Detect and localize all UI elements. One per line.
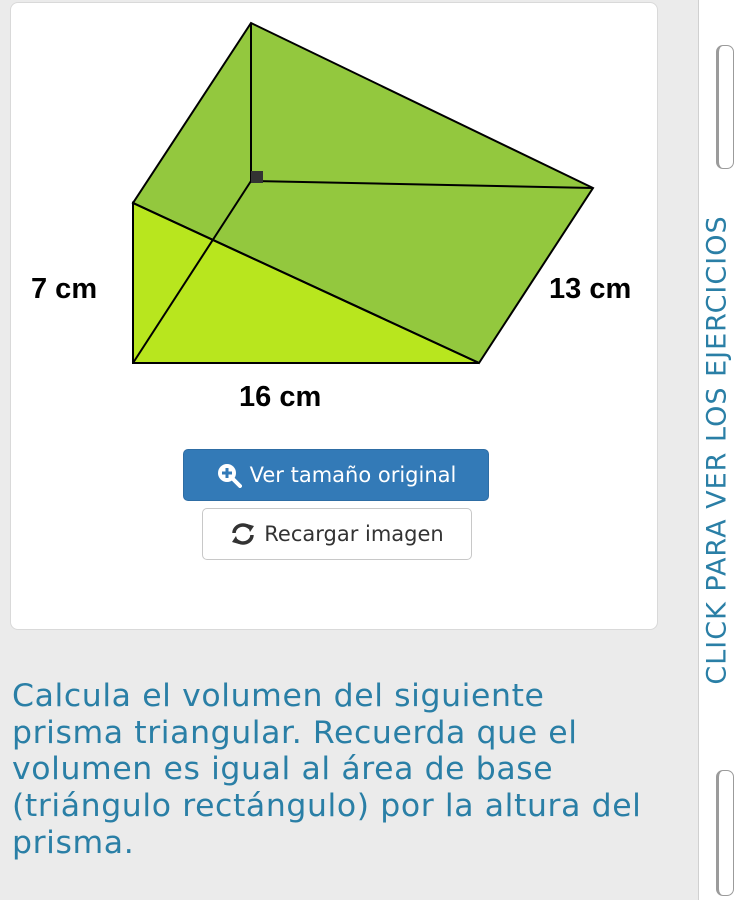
view-original-button[interactable]: Ver tamaño original <box>183 449 489 501</box>
label-base: 16 cm <box>239 381 321 413</box>
image-card: 7 cm 13 cm 16 cm Ver tamaño original Rec… <box>10 2 658 630</box>
side-tab-bottom-bar <box>716 770 734 896</box>
reload-image-button[interactable]: Recargar imagen <box>202 508 472 560</box>
exercises-side-tab-label[interactable]: CLICK PARA VER LOS EJERCICIOS <box>702 215 733 684</box>
question-text: Calcula el volumen del siguiente prisma … <box>12 678 642 861</box>
view-original-label: Ver tamaño original <box>249 463 457 487</box>
zoom-in-icon <box>216 462 242 488</box>
reload-image-label: Recargar imagen <box>264 522 444 546</box>
label-hypotenuse: 13 cm <box>549 273 631 305</box>
label-height: 7 cm <box>31 273 97 305</box>
prism-figure: 7 cm 13 cm 16 cm <box>31 21 631 413</box>
side-tab-top-bar <box>716 45 734 169</box>
right-angle-marker <box>251 171 263 183</box>
refresh-icon <box>230 522 256 546</box>
